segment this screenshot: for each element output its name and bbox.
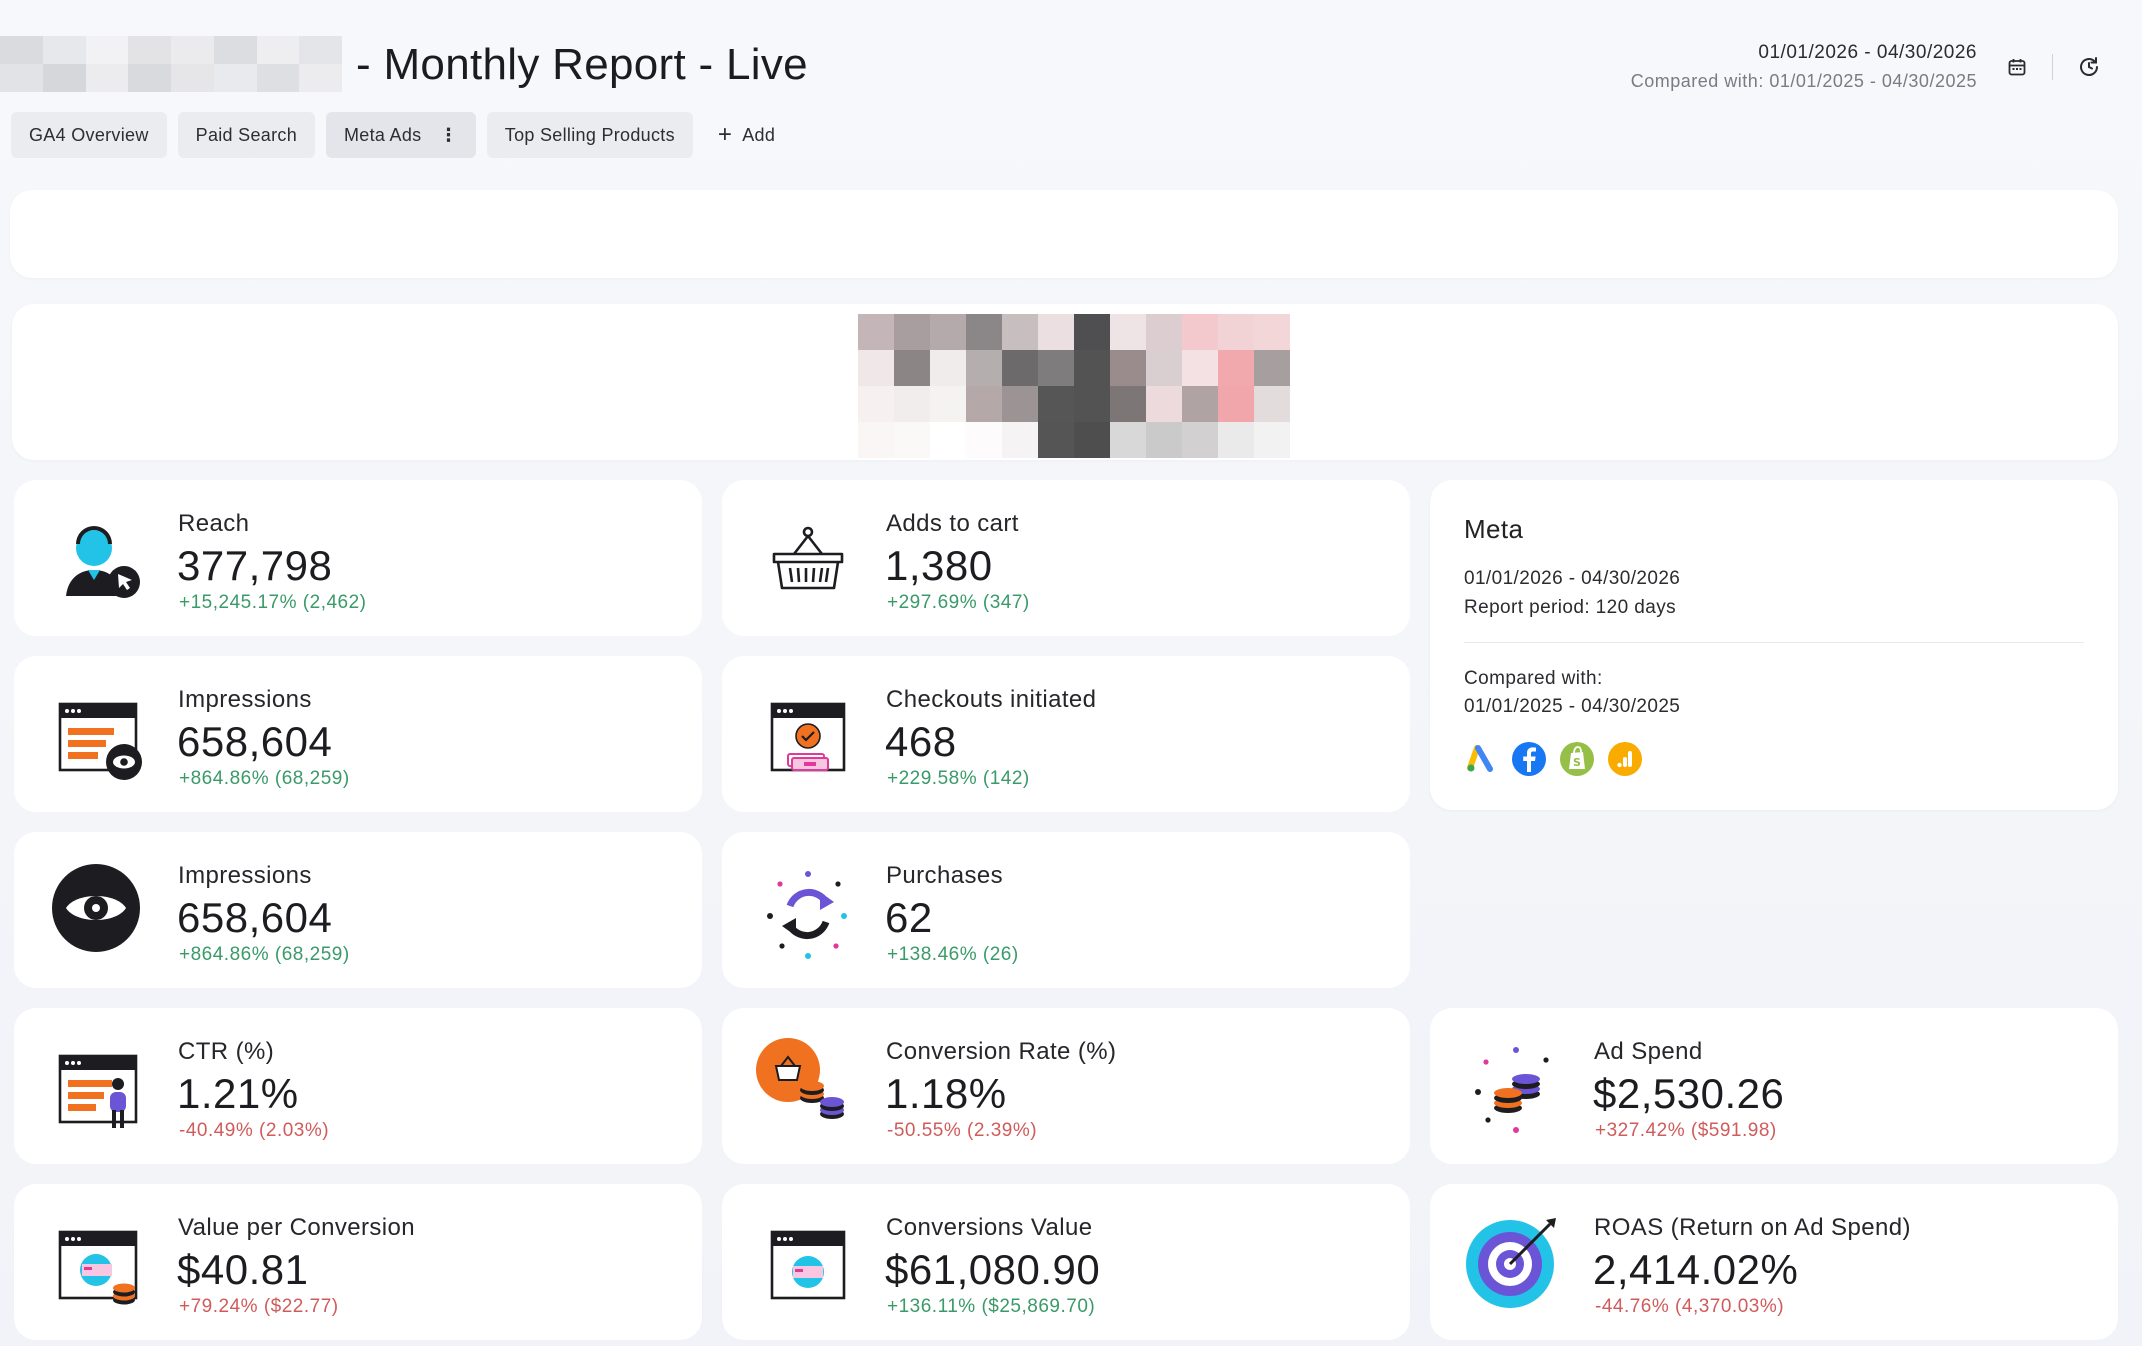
data-sources: S: [1464, 742, 1642, 776]
metric-label: Impressions: [178, 862, 312, 889]
meta-compared-label: Compared with:: [1464, 668, 1603, 689]
metric-value: 62: [885, 894, 933, 941]
browser-eye-icon: [52, 690, 148, 786]
date-range: 01/01/2026 - 04/30/2026: [1758, 42, 1977, 63]
metric-card-adds-to-cart: Adds to cart 1,380 +297.69% (347): [722, 480, 1410, 636]
metric-value: 468: [885, 718, 957, 765]
basket-coins-icon: [754, 1036, 850, 1132]
report-header: - Monthly Report - Live 01/01/2026 - 04/…: [0, 0, 2142, 110]
page-title: - Monthly Report - Live: [356, 40, 808, 89]
metric-delta: -50.55% (2.39%): [887, 1120, 1038, 1141]
basket-icon: [760, 514, 856, 610]
metric-value: 1.21%: [177, 1070, 299, 1117]
coin-stack-icon: [1468, 1042, 1564, 1138]
empty-banner-panel: [10, 190, 2118, 278]
metric-card-value-per-conversion: Value per Conversion $40.81 +79.24% ($22…: [14, 1184, 702, 1340]
metric-delta: +327.42% ($591.98): [1595, 1120, 1777, 1141]
tab-meta-ads[interactable]: Meta Ads ⋮: [326, 112, 476, 158]
tab-paid-search[interactable]: Paid Search: [177, 112, 316, 158]
calendar-icon[interactable]: [2004, 54, 2030, 80]
client-logo-redacted: [0, 36, 342, 92]
metric-value: $61,080.90: [885, 1246, 1101, 1293]
metric-label: Conversions Value: [886, 1214, 1093, 1241]
metric-delta: +138.46% (26): [887, 944, 1019, 965]
tab-label: GA4 Overview: [29, 124, 149, 145]
metric-delta: +864.86% (68,259): [179, 768, 350, 789]
metric-delta: -40.49% (2.03%): [179, 1120, 330, 1141]
browser-card-coins-icon: [52, 1218, 148, 1314]
checkout-browser-icon: [760, 690, 856, 786]
metric-value: 658,604: [177, 894, 333, 941]
metric-label: CTR (%): [178, 1038, 275, 1065]
refresh-icon[interactable]: [2076, 54, 2102, 80]
header-divider: [2052, 54, 2053, 80]
google-ads-icon: [1464, 742, 1498, 776]
compared-range: Compared with: 01/01/2025 - 04/30/2025: [1630, 71, 1977, 91]
metric-card-roas: ROAS (Return on Ad Spend) 2,414.02% -44.…: [1430, 1184, 2118, 1340]
google-analytics-icon: [1608, 742, 1642, 776]
metric-label: Reach: [178, 510, 250, 537]
metric-card-purchases: Purchases 62 +138.46% (26): [722, 832, 1410, 988]
brand-logo-panel: [12, 304, 2118, 460]
meta-report-period: Report period: 120 days: [1464, 597, 1676, 618]
metric-card-impressions: Impressions 658,604 +864.86% (68,259): [14, 656, 702, 812]
metric-label: Checkouts initiated: [886, 686, 1097, 713]
add-tab-button[interactable]: + Add: [704, 112, 789, 158]
metric-delta: +229.58% (142): [887, 768, 1030, 789]
metric-card-conversions-value: Conversions Value $61,080.90 +136.11% ($…: [722, 1184, 1410, 1340]
metric-card-reach: Reach 377,798 +15,245.17% (2,462): [14, 480, 702, 636]
metric-value: 658,604: [177, 718, 333, 765]
svg-text:S: S: [1573, 756, 1581, 769]
report-tabs: GA4 Overview Paid Search Meta Ads ⋮ Top …: [11, 112, 789, 158]
tab-ga4-overview[interactable]: GA4 Overview: [11, 112, 167, 158]
metric-card-impressions-2: Impressions 658,604 +864.86% (68,259): [14, 832, 702, 988]
eye-icon: [50, 862, 146, 958]
meta-divider: [1464, 642, 2084, 643]
metric-card-ctr: CTR (%) 1.21% -40.49% (2.03%): [14, 1008, 702, 1164]
metric-value: $40.81: [177, 1246, 309, 1293]
tab-label: Top Selling Products: [504, 124, 675, 145]
tab-menu-icon[interactable]: ⋮: [439, 126, 457, 144]
tab-label: Meta Ads: [344, 124, 422, 145]
meta-compared-range: 01/01/2025 - 04/30/2025: [1464, 696, 1681, 717]
metric-delta: +136.11% ($25,869.70): [887, 1296, 1096, 1317]
metric-label: Impressions: [178, 686, 312, 713]
metric-value: 1.18%: [885, 1070, 1007, 1117]
metric-label: Value per Conversion: [178, 1214, 416, 1241]
browser-person-icon: [52, 1042, 148, 1138]
metric-label: Ad Spend: [1594, 1038, 1703, 1065]
date-range-display[interactable]: 01/01/2026 - 04/30/2026 Compared with: 0…: [1631, 42, 1977, 92]
shopify-icon: S: [1560, 742, 1594, 776]
metric-value: 1,380: [885, 542, 993, 589]
metric-delta: +15,245.17% (2,462): [179, 592, 367, 613]
metric-card-checkouts-initiated: Checkouts initiated 468 +229.58% (142): [722, 656, 1410, 812]
metric-label: Conversion Rate (%): [886, 1038, 1117, 1065]
metric-label: Purchases: [886, 862, 1003, 889]
metric-delta: +864.86% (68,259): [179, 944, 350, 965]
metric-delta: +297.69% (347): [887, 592, 1030, 613]
metric-label: Adds to cart: [886, 510, 1019, 537]
metric-label: ROAS (Return on Ad Spend): [1594, 1214, 1911, 1241]
metric-value: 377,798: [177, 542, 333, 589]
user-cursor-icon: [52, 514, 148, 610]
plus-icon: +: [717, 121, 733, 148]
metric-delta: -44.76% (4,370.03%): [1595, 1296, 1785, 1317]
browser-card-icon: [760, 1218, 856, 1314]
metric-card-ad-spend: Ad Spend $2,530.26 +327.42% ($591.98): [1430, 1008, 2118, 1164]
facebook-icon: [1512, 742, 1546, 776]
metric-value: 2,414.02%: [1593, 1246, 1799, 1293]
tab-label: Paid Search: [195, 124, 298, 145]
target-icon: [1464, 1214, 1560, 1310]
meta-summary-panel: Meta 01/01/2026 - 04/30/2026 Report peri…: [1430, 480, 2118, 810]
metric-delta: +79.24% ($22.77): [179, 1296, 339, 1317]
brand-logo-redacted: [858, 314, 1290, 458]
metric-value: $2,530.26: [1593, 1070, 1785, 1117]
meta-title: Meta: [1464, 514, 1524, 544]
add-tab-label: Add: [742, 124, 776, 145]
meta-date-range: 01/01/2026 - 04/30/2026: [1464, 568, 1681, 589]
metric-card-conversion-rate: Conversion Rate (%) 1.18% -50.55% (2.39%…: [722, 1008, 1410, 1164]
cycle-arrows-icon: [760, 866, 856, 962]
tab-top-selling-products[interactable]: Top Selling Products: [486, 112, 693, 158]
